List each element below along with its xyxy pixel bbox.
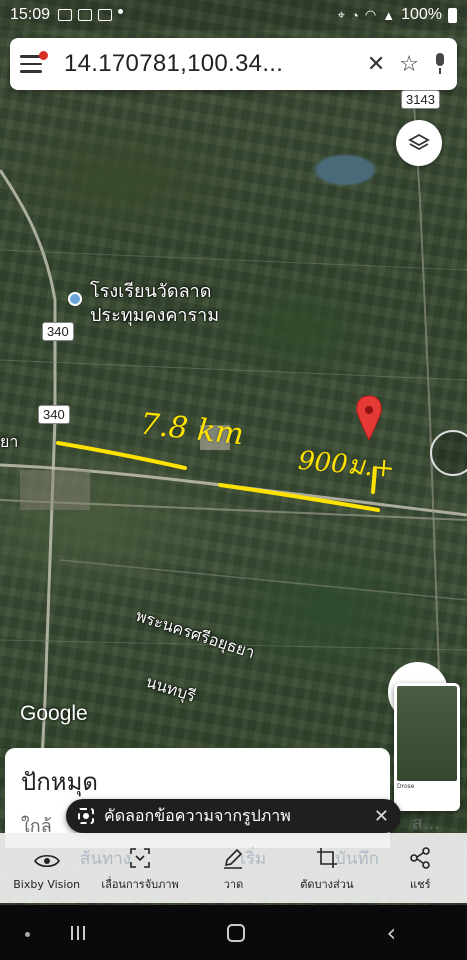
layers-icon [408, 133, 430, 151]
signal-icon: ▲ [382, 7, 396, 23]
message-icon [98, 9, 113, 21]
close-icon[interactable]: ✕ [374, 806, 389, 827]
wifi-icon: ◠ [364, 7, 377, 22]
menu-icon[interactable] [20, 49, 50, 79]
text-scan-icon [78, 808, 94, 824]
notification-badge [39, 51, 48, 60]
nav-dot-icon [25, 932, 30, 937]
share-icon [407, 847, 433, 869]
image-icon [58, 9, 73, 21]
road-shield: 340 [38, 405, 70, 424]
google-logo: Google [20, 702, 88, 725]
edge-place-label: ยา [0, 432, 19, 451]
location-pin-icon [356, 395, 382, 442]
home-icon[interactable] [226, 923, 245, 942]
system-nav-bar: ‹ [0, 905, 467, 960]
notification-dot-icon [118, 9, 124, 14]
star-icon[interactable]: ☆ [399, 52, 419, 77]
behind-label: เริ่ม [240, 849, 267, 869]
status-time: 15:09 [10, 6, 51, 23]
eye-icon [33, 850, 60, 872]
road-shield: 3143 [401, 90, 440, 109]
status-bar: 15:09 ⌖ ◔ ◠ ▲ 100% [0, 0, 467, 30]
sheet-title: ปักหมุด [21, 768, 98, 796]
thumbnail-preview [397, 686, 457, 782]
toast-label[interactable]: คัดลอกข้อความจากรูปภาพ [104, 804, 364, 829]
video-icon [78, 9, 93, 21]
bixby-vision-button[interactable]: Bixby Vision [7, 850, 87, 891]
screenshot-toolbar: ส้นทาง เริ่ม บันทึก Bixby Vision เลื่อนก… [0, 833, 467, 903]
behind-label: ส้นทาง [80, 849, 132, 869]
recent-apps-icon[interactable] [70, 925, 85, 940]
share-button[interactable]: แชร์ [380, 847, 460, 893]
poi-label[interactable]: โรงเรียนวัดลาด ประทุมคงคาราม [90, 280, 219, 328]
mic-icon[interactable] [433, 53, 447, 75]
road-shield: 340 [42, 322, 74, 341]
school-poi-icon[interactable] [68, 292, 82, 306]
back-icon[interactable]: ‹ [386, 919, 396, 947]
screenshot-thumbnail[interactable]: Drose [394, 683, 460, 811]
alarm-icon: ◔ [351, 7, 359, 23]
battery-icon [448, 7, 457, 23]
handwritten-note: 900ม.+ [296, 445, 396, 485]
thumbnail-caption: Drose [397, 783, 415, 791]
close-icon[interactable]: ✕ [367, 52, 385, 77]
battery-percent: 100% [401, 6, 442, 23]
copy-text-toast[interactable]: คัดลอกข้อความจากรูปภาพ ✕ [66, 799, 401, 833]
search-input[interactable]: 14.170781,100.34... [50, 50, 367, 78]
behind-label: บันทึก [335, 849, 379, 869]
layers-button[interactable] [396, 120, 442, 166]
location-icon: ⌖ [337, 7, 345, 22]
search-bar[interactable]: 14.170781,100.34... ✕ ☆ [10, 38, 457, 90]
